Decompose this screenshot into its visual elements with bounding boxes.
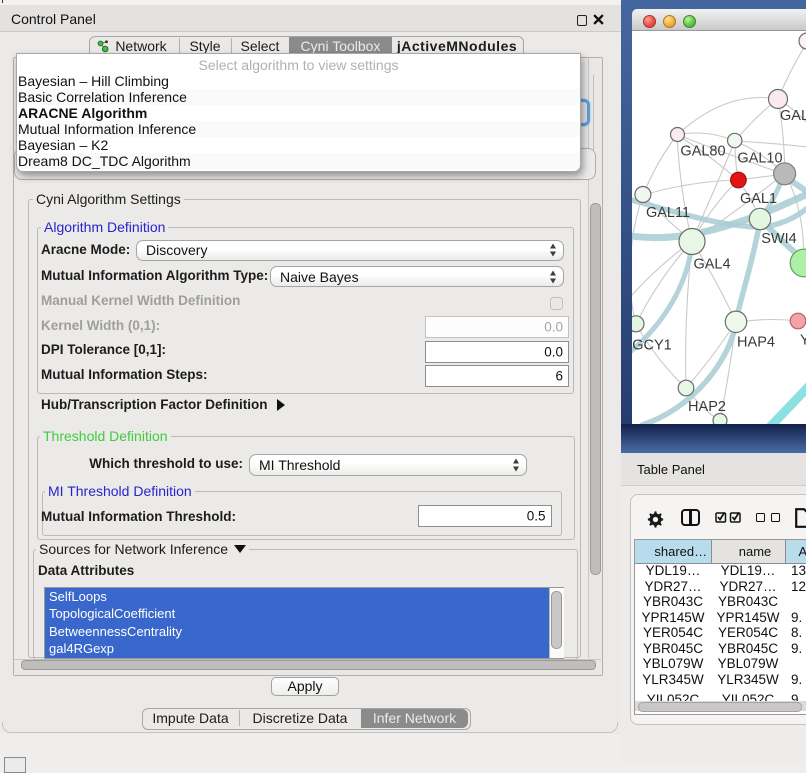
svg-text:GAL7: GAL7: [780, 108, 806, 124]
svg-text:GAL80: GAL80: [680, 144, 725, 160]
svg-text:HAP2: HAP2: [688, 399, 726, 415]
svg-text:GAL11: GAL11: [646, 205, 690, 221]
svg-text:GCY1: GCY1: [632, 338, 672, 354]
svg-text:GAL4: GAL4: [693, 257, 730, 273]
svg-text:GAL10: GAL10: [737, 151, 782, 167]
svg-text:HAP4: HAP4: [737, 335, 775, 351]
svg-text:SWI4: SWI4: [761, 231, 796, 247]
svg-text:GAL1: GAL1: [740, 191, 777, 207]
svg-text:YD: YD: [800, 333, 806, 349]
